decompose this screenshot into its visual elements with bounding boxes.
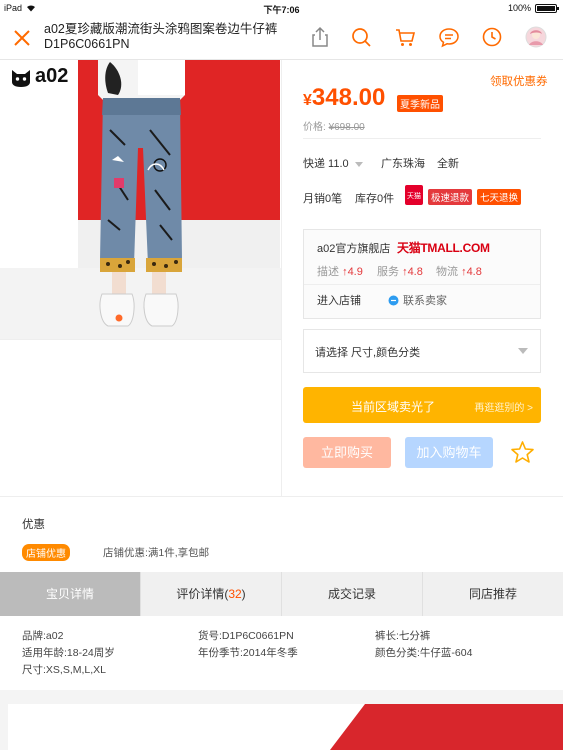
promotion-text: 店铺优惠:满1件,享包邮 <box>103 547 210 559</box>
message-icon[interactable] <box>438 26 460 48</box>
sold-out-label: 当前区域卖光了 <box>350 400 435 414</box>
tab-label: 评价详情( <box>176 587 229 601</box>
score-service: 服务 ↑4.8 <box>377 263 423 279</box>
detail-image-graphic <box>0 690 563 750</box>
chevron-down-icon[interactable] <box>354 161 363 167</box>
shop-name[interactable]: a02官方旗舰店 <box>317 240 390 256</box>
original-price: 价格: ¥698.00 <box>303 118 365 133</box>
cat-logo-icon <box>12 69 30 87</box>
tab-reviews[interactable]: 评价详情(32) <box>141 572 282 616</box>
avatar[interactable] <box>525 26 547 48</box>
score-value: ↑4.9 <box>342 266 363 278</box>
shop-promo-badge: 店铺优惠 <box>22 544 70 561</box>
share-icon[interactable] <box>309 26 331 48</box>
tab-label: 成交记录 <box>327 587 376 601</box>
sku-selector-label: 请选择 尺寸,颜色分类 <box>315 347 421 359</box>
detail-tabs: 宝贝详情 评价详情(32) 成交记录 同店推荐 <box>0 572 563 616</box>
score-label: 物流 <box>436 266 458 278</box>
tab-item-details[interactable]: 宝贝详情 <box>0 572 141 616</box>
battery-icon <box>535 3 559 13</box>
current-price: ¥348.00 <box>303 84 385 112</box>
divider <box>304 284 540 285</box>
search-icon[interactable] <box>350 26 372 48</box>
fast-refund-badge: 极速退款 <box>428 189 473 205</box>
summer-new-tag: 夏季新品 <box>397 95 443 112</box>
browse-other-link[interactable]: 再逛逛别的 > <box>474 399 533 414</box>
tab-label-suffix: ) <box>241 587 246 601</box>
attribute-item: 适用年龄:18-24周岁 <box>22 647 115 659</box>
chevron-down-icon <box>518 348 528 354</box>
stock-count: 库存0件 <box>355 193 395 205</box>
score-logistics: 物流 ↑4.8 <box>436 263 482 279</box>
original-price-label: 价格: <box>303 122 326 133</box>
attribute-item: 颜色分类:牛仔蓝-604 <box>375 647 473 659</box>
score-label: 描述 <box>317 266 339 278</box>
promotion-section <box>0 496 563 572</box>
tab-label: 同店推荐 <box>468 587 517 601</box>
seven-day-return-badge: 七天退换 <box>477 189 522 205</box>
tab-shop-recommendations[interactable]: 同店推荐 <box>423 572 563 616</box>
battery-percent: 100% <box>507 3 531 13</box>
product-photo <box>0 60 281 339</box>
shipping-fee: 快递 11.0 <box>303 155 363 171</box>
brand-logo-text: a02 <box>35 65 69 87</box>
add-to-cart-button[interactable]: 加入购物车 <box>405 437 493 468</box>
tmall-cat-icon: 天猫 <box>405 185 423 205</box>
contact-seller-label: 联系卖家 <box>403 295 447 307</box>
navigation-bar: a02夏珍藏版潮流街头涂鸦图案卷边牛仔裤D1P6C0661PN <box>0 16 563 60</box>
chat-icon <box>388 295 399 305</box>
score-description: 描述 ↑4.9 <box>317 263 363 279</box>
sku-selector[interactable]: 请选择 尺寸,颜色分类 <box>303 329 541 373</box>
tab-label: 宝贝详情 <box>45 587 94 601</box>
tab-transactions[interactable]: 成交记录 <box>282 572 423 616</box>
history-clock-icon[interactable] <box>481 26 503 48</box>
original-price-value: ¥698.00 <box>328 122 365 133</box>
contact-seller-button[interactable]: 联系卖家 <box>388 292 447 308</box>
attribute-item: 裤长:七分裤 <box>375 630 431 642</box>
score-value: ↑4.8 <box>461 266 482 278</box>
panel-divider <box>281 60 282 496</box>
status-bar: iPad 下午7:06 100% <box>0 0 563 16</box>
score-value: ↑4.8 <box>402 266 423 278</box>
attribute-item: 品牌:a02 <box>22 630 64 642</box>
attribute-item: 尺寸:XS,S,M,L,XL <box>22 664 107 676</box>
shipping-fee-text: 快递 11.0 <box>303 158 349 170</box>
tmall-badge-text: 天猫 <box>407 193 421 200</box>
item-condition: 全新 <box>437 158 459 170</box>
favorite-star-icon[interactable] <box>510 440 535 465</box>
brand-logo: a02 <box>10 65 68 88</box>
close-icon[interactable] <box>10 26 34 50</box>
cart-icon[interactable] <box>394 26 416 48</box>
attribute-item: 年份季节:2014年冬季 <box>198 647 298 659</box>
tmall-logo: 天猫TMALL.COM <box>397 241 490 255</box>
shop-info-card: a02官方旗舰店 天猫TMALL.COM 描述 ↑4.9 服务 ↑4.8 物流 … <box>303 229 541 319</box>
price-value: 348.00 <box>311 84 386 111</box>
buy-now-button[interactable]: 立即购买 <box>303 437 391 468</box>
enter-shop-button[interactable]: 进入店铺 <box>317 292 361 308</box>
product-image[interactable]: a02 <box>0 60 281 340</box>
get-coupon-link[interactable]: 领取优惠券 <box>490 73 548 89</box>
currency-symbol: ¥ <box>303 92 312 109</box>
status-time: 下午7:06 <box>263 5 300 15</box>
page-title: a02夏珍藏版潮流街头涂鸦图案卷边牛仔裤D1P6C0661PN <box>44 22 278 51</box>
score-label: 服务 <box>377 266 399 278</box>
divider <box>303 138 541 139</box>
sold-out-button[interactable]: 当前区域卖光了 再逛逛别的 > <box>303 387 541 423</box>
monthly-sales: 月销0笔 <box>303 193 343 205</box>
attribute-item: 货号:D1P6C0661PN <box>198 630 294 642</box>
review-count: 32 <box>228 587 242 601</box>
ship-from-location: 广东珠海 <box>381 158 425 170</box>
detail-image <box>0 690 563 750</box>
promotion-title: 优惠 <box>22 519 45 531</box>
